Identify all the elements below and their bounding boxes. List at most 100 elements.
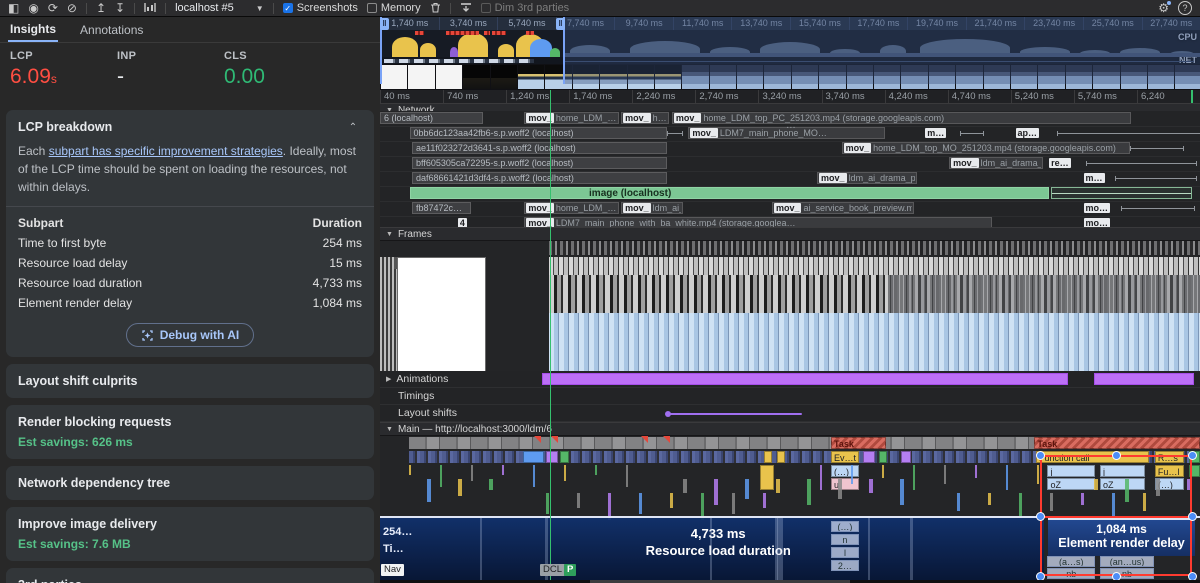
dim-3rd-parties-checkbox[interactable]: Dim 3rd parties <box>481 2 570 14</box>
load-profile-icon[interactable]: ↥ <box>96 2 106 14</box>
tab-annotations[interactable]: Annotations <box>78 17 145 42</box>
network-request-bar[interactable]: mov_home_LDM_… <box>524 112 618 124</box>
selection-handle[interactable] <box>1036 572 1045 580</box>
lcp-marker[interactable]: P <box>564 564 576 576</box>
filmstrip-frame[interactable] <box>463 65 489 89</box>
screenshots-checkbox[interactable]: ✓ Screenshots <box>283 2 358 14</box>
nav-marker[interactable]: Nav <box>381 564 404 576</box>
network-request-bar[interactable]: daf68661421d3df4-s.p.woff2 (localhost) <box>412 172 667 184</box>
insight-card[interactable]: Network dependency tree <box>6 466 374 500</box>
garbage-collect-icon[interactable] <box>430 2 441 15</box>
network-request-image[interactable]: image (localhost) <box>410 187 1050 199</box>
record-icon[interactable]: ◉ <box>28 2 38 14</box>
flame-entry-task[interactable]: Task <box>1034 437 1200 449</box>
main-thread-section-header[interactable]: ▼Main — http://localhost:3000/ldm/6 <box>380 422 1200 436</box>
flame-entry-partial[interactable]: (…) <box>831 521 859 532</box>
selection-handle[interactable] <box>1188 572 1197 580</box>
flame-entry-[interactable]: (…) <box>831 465 859 477</box>
flame-entry[interactable] <box>863 451 875 463</box>
network-request-bar[interactable]: mov_home_LDM_top_MO_251203.mp4 (storage.… <box>842 142 1131 154</box>
flame-entry[interactable] <box>523 451 544 463</box>
animations-track[interactable]: ▶Animations <box>380 371 1200 388</box>
flame-entry[interactable] <box>760 465 773 490</box>
selection-handle[interactable] <box>1112 451 1121 460</box>
debug-with-ai-button[interactable]: Debug with AI <box>126 323 255 347</box>
filmstrip-frame[interactable] <box>436 65 462 89</box>
save-profile-icon[interactable]: ↧ <box>115 2 125 14</box>
network-request-bar[interactable]: fb87472c… <box>412 202 471 214</box>
flame-entry-partial[interactable]: n <box>831 534 859 545</box>
dock-panel-icon[interactable]: ◧ <box>8 2 19 14</box>
lcp-breakdown-card[interactable]: ⌃ LCP breakdown Each subpart has specifi… <box>6 110 374 357</box>
network-request-bar[interactable]: 4 <box>458 217 483 227</box>
flame-entry-evt[interactable]: Ev…t <box>831 451 859 463</box>
flame-entry[interactable] <box>901 451 912 463</box>
network-overflow-ellipsis[interactable]: … <box>786 120 797 131</box>
flame-entry[interactable] <box>879 451 887 463</box>
animation-bar[interactable] <box>1094 373 1194 385</box>
frames-track[interactable] <box>380 241 1200 371</box>
network-request-bar[interactable]: ae11f023272d3641-s.p.woff2 (localhost) <box>412 142 667 154</box>
tab-insights[interactable]: Insights <box>8 17 58 42</box>
insight-card[interactable]: Render blocking requestsEst savings: 626… <box>6 405 374 459</box>
filmstrip-frame[interactable] <box>518 65 544 89</box>
flame-entry[interactable] <box>560 451 569 463</box>
animation-bar[interactable] <box>542 373 1068 385</box>
flame-entry-partial[interactable]: l <box>831 547 859 558</box>
flame-entry[interactable] <box>764 451 772 463</box>
dcl-marker[interactable]: DCL <box>540 564 565 576</box>
filmstrip-frame[interactable] <box>381 65 407 89</box>
network-request-bar[interactable]: mov_LDM7_main_phone_with_ba_white.mp4 (s… <box>524 217 991 227</box>
flame-entry[interactable] <box>546 451 557 463</box>
frame-thumbnail[interactable] <box>397 257 486 371</box>
flame-entry-partial[interactable]: 2… <box>831 560 859 571</box>
reload-record-icon[interactable]: ⟳ <box>48 2 58 14</box>
minimap-left-grip[interactable]: ‖ <box>380 18 389 30</box>
network-request-bar[interactable]: ap… <box>1016 127 1057 139</box>
layout-shift-cluster[interactable] <box>668 413 802 415</box>
network-request-bar[interactable]: re… <box>1049 157 1086 169</box>
live-metrics-icon[interactable] <box>144 2 156 14</box>
network-request-bar[interactable]: mov_home_LDM_top_PC_251203.mp4 (storage.… <box>672 112 1131 124</box>
insight-card[interactable]: Layout shift culprits <box>6 364 374 398</box>
memory-checkbox[interactable]: Memory <box>367 2 421 14</box>
network-request-bar[interactable]: mov_ldm_ai_drama_pc_1.mp4 (storag… <box>949 157 1043 169</box>
network-request-bar[interactable]: mo… <box>1084 217 1122 227</box>
network-request-bar[interactable]: mov_ldm_ai_… <box>621 202 683 214</box>
network-request-bar[interactable]: m… <box>925 127 959 139</box>
settings-gear-icon[interactable]: ⚙ <box>1158 2 1169 14</box>
selection-handle[interactable] <box>1112 572 1121 580</box>
frames-section-header[interactable]: ▼Frames <box>380 227 1200 241</box>
filmstrip-frame[interactable] <box>408 65 434 89</box>
network-request-bar[interactable]: m… <box>1084 172 1115 184</box>
insight-card[interactable]: Improve image deliveryEst savings: 7.6 M… <box>6 507 374 561</box>
network-request-bar[interactable]: bff605305ca72295-s.p.woff2 (localhost) <box>412 157 667 169</box>
minimap-right-grip[interactable]: ‖ <box>556 18 565 30</box>
network-request-bar[interactable]: 6 (localhost) <box>380 112 483 124</box>
help-icon[interactable]: ? <box>1178 1 1192 15</box>
network-request-bar[interactable]: mov_home_LDM_… <box>524 202 618 214</box>
flame-entry-task[interactable]: Task <box>831 437 886 449</box>
network-request-bar[interactable]: mov_ai_service_book_preview.mp4 (… <box>772 202 914 214</box>
network-request-bar[interactable]: 0bb6dc123aa42fb6-s.p.woff2 (localhost) <box>410 127 667 139</box>
network-request-bar[interactable] <box>1051 187 1192 199</box>
network-request-bar[interactable]: mov_ldm_ai_drama_pc_2… <box>817 172 917 184</box>
selection-handle[interactable] <box>1036 451 1045 460</box>
selection-handle[interactable] <box>1188 451 1197 460</box>
network-request-bar[interactable]: mov_h… <box>621 112 669 124</box>
selection-handle[interactable] <box>1036 512 1045 521</box>
flame-entry[interactable] <box>777 451 785 463</box>
network-throttle-icon[interactable] <box>460 2 472 15</box>
filmstrip-frame[interactable] <box>491 65 517 89</box>
layout-shifts-track[interactable]: Layout shifts <box>380 405 1200 422</box>
improvement-strategies-link[interactable]: subpart has specific improvement strateg… <box>49 144 283 158</box>
network-request-bar[interactable]: mo… <box>1084 202 1122 214</box>
flame-entry-u[interactable]: u <box>831 478 859 490</box>
selection-handle[interactable] <box>1188 512 1197 521</box>
collapse-chevron-icon[interactable]: ⌃ <box>344 118 362 136</box>
main-thread-flamechart[interactable]: TaskTaskEv…tFunction callR…s(…)jjFu…luoZ… <box>380 436 1200 580</box>
profile-select[interactable]: localhost #5 ▼ <box>175 2 264 14</box>
clear-icon[interactable]: ⊘ <box>67 2 77 14</box>
timings-track[interactable]: Timings <box>380 388 1200 405</box>
insight-card[interactable]: 3rd parties <box>6 568 374 583</box>
